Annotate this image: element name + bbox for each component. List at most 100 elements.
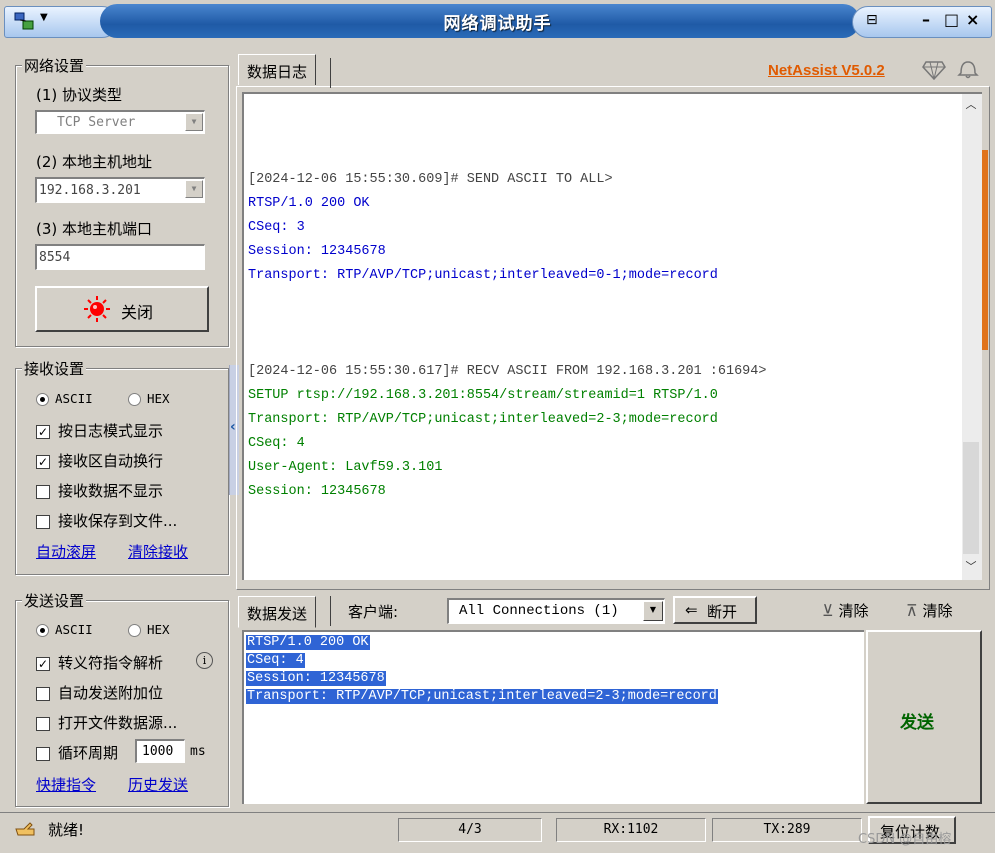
status-separator <box>0 812 995 813</box>
loop-period-value: 1000 <box>142 744 174 759</box>
watermark: CSDN @自由榕 <box>858 832 952 847</box>
open-file-source-checkbox[interactable]: 打开文件数据源... <box>36 712 177 733</box>
radio-selected-icon <box>36 393 49 406</box>
status-page: 4/3 <box>398 818 542 842</box>
log-area[interactable]: [2024-12-06 15:55:30.609]# SEND ASCII TO… <box>242 92 982 580</box>
scroll-up-icon[interactable]: ︿ <box>962 96 980 114</box>
disconnect-label: 断开 <box>707 603 738 621</box>
client-label: 客户端: <box>348 603 399 621</box>
recv-ascii-radio[interactable]: ASCII <box>36 391 93 406</box>
log-line: [2024-12-06 15:55:30.609]# SEND ASCII TO… <box>248 172 613 187</box>
window-title: 网络调试助手 <box>443 14 552 34</box>
auto-append-label: 自动发送附加位 <box>58 684 164 702</box>
host-select[interactable]: 192.168.3.201 ▼ <box>35 177 205 203</box>
loop-period-label: 循环周期 <box>58 744 119 762</box>
open-file-source-label: 打开文件数据源... <box>58 714 178 732</box>
log-line: CSeq: 3 <box>248 220 305 235</box>
tab-divider <box>330 58 331 88</box>
log-line: SETUP rtsp://192.168.3.201:8554/stream/s… <box>248 388 718 403</box>
tab-data-log[interactable]: 数据日志 <box>238 54 317 85</box>
status-ready: 就绪! <box>48 821 85 839</box>
port-label: (3) 本地主机端口 <box>36 220 153 238</box>
chevron-down-icon[interactable]: ▼ <box>185 113 203 131</box>
tab-data-send[interactable]: 数据发送 <box>238 596 317 628</box>
recv-log-mode-checkbox[interactable]: ✓ 按日志模式显示 <box>36 420 163 441</box>
chevron-down-icon[interactable]: ▼ <box>643 601 663 621</box>
auto-scroll-link[interactable]: 自动滚屏 <box>36 541 96 562</box>
send-ascii-radio[interactable]: ASCII <box>36 622 93 637</box>
checkbox-empty-icon <box>36 484 50 499</box>
pin-icon[interactable]: ⊟ <box>866 12 878 28</box>
auto-append-checkbox[interactable]: 自动发送附加位 <box>36 682 163 703</box>
checkmark-icon: ✓ <box>36 656 50 671</box>
arrow-down-icon: ⊻ <box>822 601 834 620</box>
tab-data-log-label: 数据日志 <box>247 63 308 81</box>
arrow-up-icon: ⊼ <box>906 601 918 620</box>
send-hex-radio[interactable]: HEX <box>128 622 170 637</box>
log-line: Session: 12345678 <box>248 484 386 499</box>
protocol-label: (1) 协议类型 <box>36 86 123 104</box>
recv-hide-data-label: 接收数据不显示 <box>58 482 164 500</box>
recv-hex-radio[interactable]: HEX <box>128 391 170 406</box>
disconnect-button[interactable]: ⇐ 断开 <box>673 596 757 624</box>
status-tx-value: TX:289 <box>763 822 811 837</box>
network-settings-label: 网络设置 <box>22 55 87 76</box>
log-line: CSeq: 4 <box>248 436 305 451</box>
checkbox-empty-icon <box>36 514 50 529</box>
clear-send-button[interactable]: ⊻ 清除 <box>822 600 869 621</box>
radio-icon <box>128 393 141 406</box>
brand-version-link[interactable]: NetAssist V5.0.2 <box>768 62 885 79</box>
close-connection-button[interactable]: 关闭 <box>35 286 209 332</box>
log-line: Transport: RTP/AVP/TCP;unicast;interleav… <box>248 268 718 283</box>
scroll-thumb[interactable] <box>963 442 979 554</box>
maximize-button[interactable]: □ <box>944 10 959 29</box>
app-window: ▼ 网络调试助手 ⊟ – □ × 网络设置 (1) 协议类型 TCP Serve… <box>0 0 995 853</box>
bell-icon[interactable] <box>955 58 981 80</box>
status-page-value: 4/3 <box>458 822 482 837</box>
edge-accent <box>982 150 988 350</box>
status-rx: RX:1102 <box>556 818 706 842</box>
log-scrollbar[interactable]: ︿ ﹀ <box>962 94 982 580</box>
close-window-button[interactable]: × <box>966 10 979 29</box>
clear-history-label: 清除 <box>922 602 953 620</box>
port-input[interactable]: 8554 <box>35 244 205 270</box>
send-button[interactable]: 发送 <box>866 630 982 804</box>
info-icon[interactable]: i <box>196 652 213 669</box>
send-settings-label: 发送设置 <box>22 590 87 611</box>
tab-divider <box>330 596 331 626</box>
send-ascii-label: ASCII <box>55 622 93 637</box>
loop-period-checkbox[interactable]: 循环周期 <box>36 742 118 763</box>
clear-receive-link[interactable]: 清除接收 <box>128 541 188 562</box>
connections-value: All Connections (1) <box>459 603 619 619</box>
checkbox-empty-icon <box>36 686 50 701</box>
quick-command-link[interactable]: 快捷指令 <box>36 774 96 795</box>
send-line: RTSP/1.0 200 OK <box>246 635 370 650</box>
recv-auto-wrap-label: 接收区自动换行 <box>58 452 164 470</box>
chevron-down-icon[interactable]: ▼ <box>185 180 203 198</box>
loop-period-input[interactable]: 1000 <box>135 739 185 763</box>
send-text-area[interactable]: RTSP/1.0 200 OK CSeq: 4 Session: 1234567… <box>242 630 864 804</box>
send-history-link[interactable]: 历史发送 <box>128 774 188 795</box>
protocol-select[interactable]: TCP Server ▼ <box>35 110 205 134</box>
send-line: Session: 12345678 <box>246 671 386 686</box>
recv-save-file-checkbox[interactable]: 接收保存到文件... <box>36 510 177 531</box>
recv-auto-wrap-checkbox[interactable]: ✓ 接收区自动换行 <box>36 450 163 471</box>
log-line: Transport: RTP/AVP/TCP;unicast;interleav… <box>248 412 718 427</box>
connections-select[interactable]: All Connections (1) ▼ <box>447 598 665 624</box>
send-hex-label: HEX <box>147 622 170 637</box>
status-tx: TX:289 <box>712 818 862 842</box>
escape-parse-checkbox[interactable]: ✓ 转义符指令解析 <box>36 652 163 673</box>
diamond-icon[interactable] <box>922 60 946 80</box>
recv-hide-data-checkbox[interactable]: 接收数据不显示 <box>36 480 163 501</box>
red-led-icon <box>84 296 110 322</box>
log-line: RTSP/1.0 200 OK <box>248 196 370 211</box>
clear-history-button[interactable]: ⊼ 清除 <box>906 600 953 621</box>
status-rx-value: RX:1102 <box>603 822 659 837</box>
collapse-arrow-icon[interactable]: ‹ <box>230 419 236 435</box>
send-line: Transport: RTP/AVP/TCP;unicast;interleav… <box>246 689 718 704</box>
minimize-button[interactable]: – <box>922 10 930 29</box>
host-value: 192.168.3.201 <box>39 183 141 198</box>
log-line: [2024-12-06 15:55:30.617]# RECV ASCII FR… <box>248 364 767 379</box>
scroll-down-icon[interactable]: ﹀ <box>962 558 980 576</box>
checkbox-empty-icon <box>36 746 50 761</box>
